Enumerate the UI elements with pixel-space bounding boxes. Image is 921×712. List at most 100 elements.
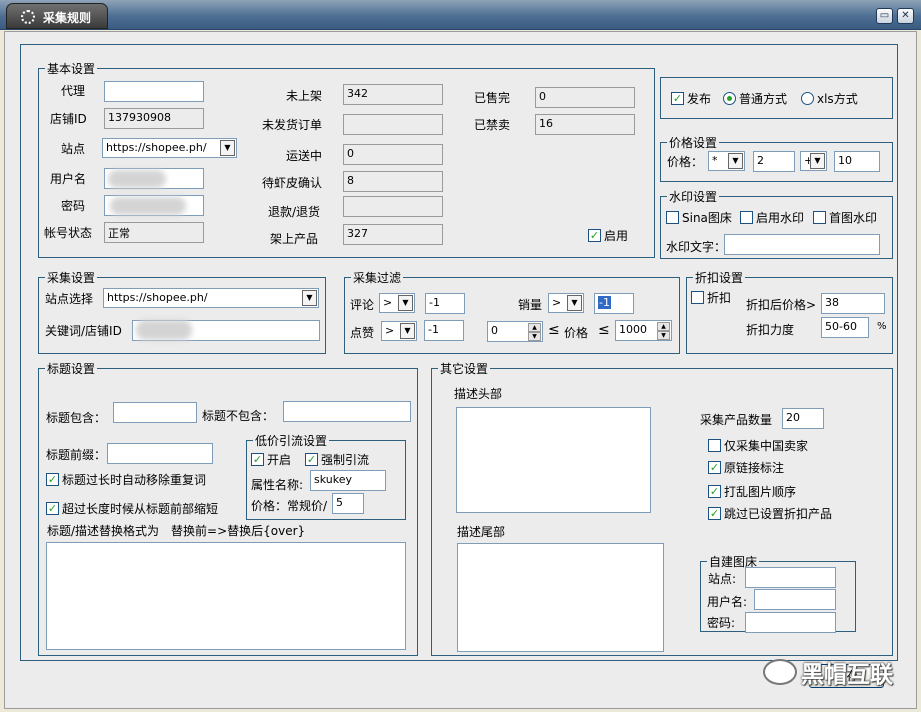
- price-label: 价格：: [667, 155, 704, 169]
- source-link-checkbox[interactable]: ✓ 原链接标注: [708, 459, 784, 476]
- close-button[interactable]: ✕: [897, 8, 914, 24]
- publish-label: 发布: [687, 92, 712, 106]
- price-multiplier-input[interactable]: 2: [753, 151, 795, 172]
- sales-label: 销量: [518, 298, 543, 312]
- price-op1-select[interactable]: * ▼: [708, 151, 745, 171]
- regular-price-label: 价格：常规价/: [251, 499, 328, 513]
- shorten-from-front-checkbox[interactable]: ✓ 超过长度时候从标题前部缩短: [46, 500, 218, 517]
- shuffle-images-checkbox[interactable]: ✓ 打乱图片顺序: [708, 483, 796, 500]
- spin-down-icon[interactable]: ▼: [657, 331, 670, 340]
- proxy-input[interactable]: [104, 81, 204, 102]
- likes-op-select[interactable]: > ▼: [381, 321, 417, 341]
- title-exclude-input[interactable]: [283, 401, 411, 422]
- image-host-user-input[interactable]: [754, 589, 836, 610]
- chevron-down-icon[interactable]: ▼: [398, 295, 413, 311]
- first-image-watermark-checkbox[interactable]: 首图水印: [813, 209, 877, 226]
- likes-value-input[interactable]: -1: [424, 320, 464, 341]
- checkmark-icon: ✓: [671, 92, 684, 105]
- shorten-from-front-label: 超过长度时候从标题前部缩短: [62, 502, 219, 516]
- product-count-input[interactable]: 20: [782, 408, 824, 429]
- sales-op-select[interactable]: > ▼: [548, 293, 584, 313]
- desc-tail-textarea[interactable]: [457, 543, 664, 652]
- normal-mode-radio[interactable]: 普通方式: [723, 90, 787, 107]
- shipping-field: 0: [343, 144, 443, 165]
- unlisted-field: 342: [343, 84, 443, 105]
- sina-host-checkbox[interactable]: Sina图床: [666, 209, 732, 226]
- pending-label: 待虾皮确认: [262, 176, 323, 190]
- title-contain-input[interactable]: [113, 402, 197, 423]
- banned-field: 16: [535, 114, 635, 135]
- price-min-spinner[interactable]: 0 ▲ ▼: [487, 321, 543, 342]
- chevron-down-icon[interactable]: ▼: [810, 153, 825, 169]
- enable-label: 启用: [604, 229, 629, 243]
- review-value-input[interactable]: -1: [425, 293, 465, 314]
- image-host-password-input[interactable]: [745, 612, 836, 633]
- desc-head-textarea[interactable]: [456, 407, 651, 513]
- review-op-value: >: [383, 296, 393, 309]
- unshipped-field: [343, 114, 443, 135]
- desc-head-label: 描述头部: [454, 387, 503, 401]
- discount-range-label: 折扣力度: [746, 323, 795, 337]
- regular-price-input[interactable]: 5: [332, 493, 364, 514]
- discount-legend: 折扣设置: [695, 271, 744, 285]
- skip-discounted-checkbox[interactable]: ✓ 跳过已设置折扣产品: [708, 505, 832, 522]
- price-op2-select[interactable]: + ▼: [800, 151, 827, 171]
- discount-checkbox[interactable]: 折扣: [691, 289, 731, 306]
- enable-watermark-checkbox[interactable]: 启用水印: [740, 209, 804, 226]
- title-prefix-input[interactable]: [107, 443, 213, 464]
- low-price-open-label: 开启: [267, 453, 292, 467]
- source-link-label: 原链接标注: [724, 461, 785, 475]
- title-exclude-label: 标题不包含：: [202, 409, 275, 423]
- checkmark-icon: ✓: [588, 229, 601, 242]
- after-discount-input[interactable]: 38: [821, 293, 885, 314]
- collect-site-select[interactable]: https://shopee.ph/ ▼: [103, 288, 319, 308]
- watermark-text-input[interactable]: [724, 234, 880, 255]
- force-traffic-checkbox[interactable]: ✓ 强制引流: [305, 451, 369, 468]
- sales-value-input[interactable]: -1: [594, 293, 634, 314]
- proxy-label: 代理: [61, 84, 86, 98]
- price-max-value: 1000: [619, 323, 647, 336]
- redaction-blur: [108, 170, 166, 188]
- first-image-watermark-label: 首图水印: [829, 211, 878, 225]
- spin-up-icon[interactable]: ▲: [528, 323, 541, 332]
- chevron-down-icon[interactable]: ▼: [400, 323, 415, 339]
- sales-op-value: >: [552, 296, 562, 309]
- collect-settings-group: 采集设置: [38, 269, 326, 354]
- shuffle-images-label: 打乱图片顺序: [724, 485, 797, 499]
- checkbox-icon: [666, 211, 679, 224]
- auto-remove-duplicates-checkbox[interactable]: ✓ 标题过长时自动移除重复词: [46, 471, 206, 488]
- image-host-site-input[interactable]: [745, 567, 836, 588]
- attribute-name-input[interactable]: skukey: [310, 470, 386, 491]
- redaction-blur: [110, 197, 186, 215]
- enable-watermark-label: 启用水印: [756, 211, 805, 225]
- listed-label: 架上产品: [270, 232, 319, 246]
- china-sellers-only-label: 仅采集中国卖家: [724, 439, 809, 453]
- china-sellers-only-checkbox[interactable]: 仅采集中国卖家: [708, 437, 808, 454]
- price-max-spinner[interactable]: 1000 ▲ ▼: [615, 320, 672, 341]
- chevron-down-icon[interactable]: ▼: [728, 153, 743, 169]
- enable-checkbox[interactable]: ✓ 启用: [588, 227, 628, 244]
- review-op-select[interactable]: > ▼: [379, 293, 415, 313]
- chevron-down-icon[interactable]: ▼: [220, 140, 235, 156]
- site-select[interactable]: https://shopee.ph/ ▼: [102, 138, 237, 158]
- discount-range-input[interactable]: 50-60: [821, 317, 869, 338]
- chevron-down-icon[interactable]: ▼: [567, 295, 582, 311]
- xls-mode-radio[interactable]: xls方式: [801, 90, 858, 107]
- brand-watermark-text: 黑帽互联: [801, 662, 893, 688]
- spin-down-icon[interactable]: ▼: [528, 332, 541, 341]
- price-addend-input[interactable]: 10: [834, 151, 880, 172]
- listed-field: 327: [343, 224, 443, 245]
- publish-checkbox[interactable]: ✓ 发布: [671, 90, 711, 107]
- image-host-password-label: 密码:: [707, 616, 736, 630]
- replace-rules-textarea[interactable]: [46, 542, 406, 650]
- minimize-button[interactable]: ▭: [876, 8, 893, 24]
- chevron-down-icon[interactable]: ▼: [302, 290, 317, 306]
- auto-remove-duplicates-label: 标题过长时自动移除重复词: [62, 473, 207, 487]
- low-price-open-checkbox[interactable]: ✓ 开启: [251, 451, 291, 468]
- checkbox-icon: [740, 211, 753, 224]
- redaction-blur: [136, 320, 192, 340]
- spin-up-icon[interactable]: ▲: [657, 322, 670, 331]
- checkmark-icon: ✓: [46, 473, 59, 486]
- price-op1-value: *: [712, 154, 718, 167]
- replace-format-label: 标题/描述替换格式为 替换前=>替换后{over}: [47, 524, 306, 538]
